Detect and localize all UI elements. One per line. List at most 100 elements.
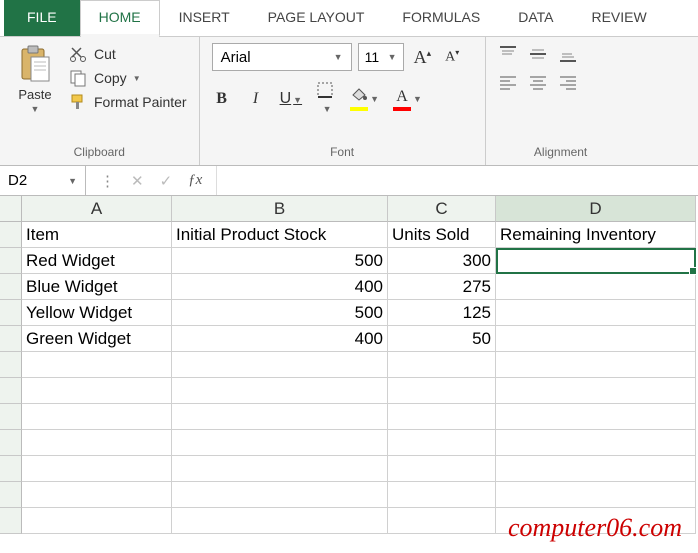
cell-d7[interactable] — [496, 378, 696, 404]
cell-a2[interactable]: Red Widget — [22, 248, 172, 274]
tab-formulas[interactable]: FORMULAS — [383, 0, 499, 36]
cell-d2[interactable] — [496, 248, 696, 274]
tab-insert[interactable]: INSERT — [160, 0, 249, 36]
cell-c5[interactable]: 50 — [388, 326, 496, 352]
cell-b12[interactable] — [172, 508, 388, 534]
font-size-select[interactable]: 11 ▼ — [358, 43, 404, 71]
cell-a9[interactable] — [22, 430, 172, 456]
accept-formula-button[interactable]: ✓ — [160, 172, 173, 190]
cell-c8[interactable] — [388, 404, 496, 430]
cell-d3[interactable] — [496, 274, 696, 300]
cell-c9[interactable] — [388, 430, 496, 456]
select-all-corner[interactable] — [0, 196, 22, 222]
spreadsheet-grid[interactable]: A B C D 1 Item Initial Product Stock Uni… — [0, 196, 698, 534]
cell-c2[interactable]: 300 — [388, 248, 496, 274]
align-middle-button[interactable] — [528, 45, 548, 63]
cell-c12[interactable] — [388, 508, 496, 534]
row-header-9[interactable]: 9 — [0, 430, 22, 456]
cell-b2[interactable]: 500 — [172, 248, 388, 274]
cell-d9[interactable] — [496, 430, 696, 456]
copy-button[interactable]: Copy ▼ — [68, 69, 187, 87]
cancel-formula-button[interactable]: ✕ — [131, 172, 144, 190]
tab-home[interactable]: HOME — [80, 0, 160, 36]
row-header-4[interactable]: 4 — [0, 300, 22, 326]
tab-file[interactable]: FILE — [4, 0, 80, 36]
cell-c7[interactable] — [388, 378, 496, 404]
cell-b4[interactable]: 500 — [172, 300, 388, 326]
cell-c6[interactable] — [388, 352, 496, 378]
paste-button[interactable]: Paste ▼ — [12, 43, 58, 116]
cell-d4[interactable] — [496, 300, 696, 326]
cell-c1[interactable]: Units Sold — [388, 222, 496, 248]
col-header-b[interactable]: B — [172, 196, 388, 222]
insert-function-button[interactable]: ƒx — [188, 172, 202, 189]
format-painter-button[interactable]: Format Painter — [68, 93, 187, 111]
row-header-7[interactable]: 7 — [0, 378, 22, 404]
align-left-button[interactable] — [498, 73, 518, 91]
borders-button[interactable]: ▼ — [316, 81, 336, 117]
row-header-11[interactable]: 11 — [0, 482, 22, 508]
cell-b3[interactable]: 400 — [172, 274, 388, 300]
cell-a11[interactable] — [22, 482, 172, 508]
name-box[interactable]: D2 ▼ — [0, 166, 86, 195]
bold-button[interactable]: B — [212, 90, 232, 108]
cell-a3[interactable]: Blue Widget — [22, 274, 172, 300]
col-header-d[interactable]: D — [496, 196, 696, 222]
cell-b8[interactable] — [172, 404, 388, 430]
cell-b10[interactable] — [172, 456, 388, 482]
cell-d1[interactable]: Remaining Inventory — [496, 222, 696, 248]
cell-b11[interactable] — [172, 482, 388, 508]
group-clipboard: Paste ▼ Cut Copy ▼ — [0, 37, 200, 165]
cell-b5[interactable]: 400 — [172, 326, 388, 352]
row-header-2[interactable]: 2 — [0, 248, 22, 274]
formula-input[interactable] — [217, 166, 698, 195]
cell-b1[interactable]: Initial Product Stock — [172, 222, 388, 248]
cell-d8[interactable] — [496, 404, 696, 430]
col-header-c[interactable]: C — [388, 196, 496, 222]
row-header-8[interactable]: 8 — [0, 404, 22, 430]
cell-d5[interactable] — [496, 326, 696, 352]
align-top-button[interactable] — [498, 45, 518, 63]
tab-page-layout[interactable]: PAGE LAYOUT — [249, 0, 384, 36]
watermark: computer06.com — [508, 513, 682, 543]
cell-a6[interactable] — [22, 352, 172, 378]
align-bottom-button[interactable] — [558, 45, 578, 63]
row-header-3[interactable]: 3 — [0, 274, 22, 300]
cell-c10[interactable] — [388, 456, 496, 482]
fill-color-button[interactable]: ▼ — [350, 87, 379, 111]
cell-d10[interactable] — [496, 456, 696, 482]
group-font: Arial ▼ 11 ▼ A▴ A▾ B I U▼ ▼ ▼ — [200, 37, 486, 165]
cell-a4[interactable]: Yellow Widget — [22, 300, 172, 326]
cell-c4[interactable]: 125 — [388, 300, 496, 326]
row-header-12[interactable]: 12 — [0, 508, 22, 534]
cell-b7[interactable] — [172, 378, 388, 404]
row-header-10[interactable]: 10 — [0, 456, 22, 482]
row-header-1[interactable]: 1 — [0, 222, 22, 248]
row-header-6[interactable]: 6 — [0, 352, 22, 378]
cell-b6[interactable] — [172, 352, 388, 378]
cell-a12[interactable] — [22, 508, 172, 534]
cell-b9[interactable] — [172, 430, 388, 456]
cell-c3[interactable]: 275 — [388, 274, 496, 300]
cell-d6[interactable] — [496, 352, 696, 378]
cell-d11[interactable] — [496, 482, 696, 508]
tab-review[interactable]: REVIEW — [572, 0, 665, 36]
decrease-font-button[interactable]: A▾ — [441, 48, 463, 66]
cell-a8[interactable] — [22, 404, 172, 430]
cell-a5[interactable]: Green Widget — [22, 326, 172, 352]
cut-button[interactable]: Cut — [68, 45, 187, 63]
align-right-button[interactable] — [558, 73, 578, 91]
cell-a7[interactable] — [22, 378, 172, 404]
cell-a1[interactable]: Item — [22, 222, 172, 248]
tab-data[interactable]: DATA — [499, 0, 572, 36]
increase-font-button[interactable]: A▴ — [410, 47, 436, 68]
font-color-button[interactable]: A▼ — [393, 88, 422, 111]
row-header-5[interactable]: 5 — [0, 326, 22, 352]
font-name-select[interactable]: Arial ▼ — [212, 43, 352, 71]
italic-button[interactable]: I — [246, 90, 266, 108]
cell-a10[interactable] — [22, 456, 172, 482]
align-center-button[interactable] — [528, 73, 548, 91]
col-header-a[interactable]: A — [22, 196, 172, 222]
cell-c11[interactable] — [388, 482, 496, 508]
underline-button[interactable]: U▼ — [280, 90, 302, 108]
